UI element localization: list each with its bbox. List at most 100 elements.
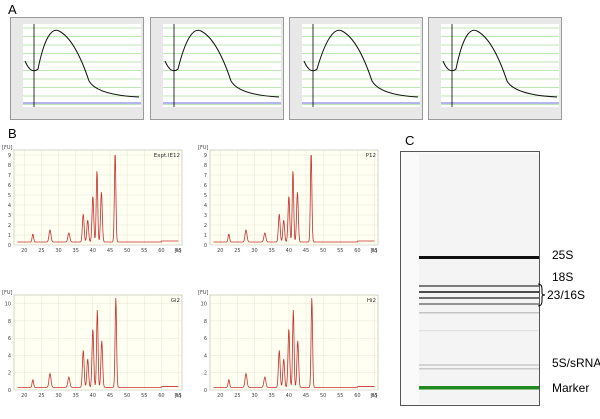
- y-tick-label: 3: [204, 213, 207, 219]
- x-tick-label: 40: [286, 248, 292, 254]
- gel-band: [452, 303, 485, 305]
- gel-band: [419, 297, 452, 299]
- y-tick-label: 6: [8, 183, 11, 189]
- x-axis-unit: [s]: [174, 393, 181, 399]
- x-tick-label: 20: [21, 248, 27, 254]
- y-tick-label: 4: [8, 203, 11, 209]
- spectrum-plot-4: [428, 17, 562, 120]
- x-tick-label: 60: [158, 393, 164, 399]
- electropherogram-2: 0 1 2 3 4 5 6 7 8 9 20 25 30 35 40 45 50 55 60 65 [FU] [s] P12: [196, 142, 384, 262]
- y-tick-label: 1: [204, 233, 207, 239]
- gel-image-svg: [419, 154, 539, 404]
- x-tick-label: 45: [303, 393, 309, 399]
- gel-band: [518, 192, 539, 193]
- x-tick-label: 35: [269, 393, 275, 399]
- x-tick-label: 20: [217, 393, 223, 399]
- spectrum-plot-2-svg: [163, 24, 281, 107]
- electropherogram-3: 0 2 4 6 8 10 20 25 30 35 40 45 50 55 60 65 [FU] [s] Gi2: [0, 287, 188, 407]
- gel-band: [452, 291, 485, 293]
- x-tick-label: 55: [337, 248, 343, 254]
- x-tick-label: 55: [337, 393, 343, 399]
- gel-band: [485, 166, 518, 167]
- x-tick-label: 20: [217, 248, 223, 254]
- electropherogram-2-svg: 012345678920 25 30 35 40 45 50 55 60 65[FU][s]P12: [198, 145, 379, 254]
- gel-band: [485, 285, 518, 287]
- y-tick-label: 5: [8, 193, 11, 199]
- sample-name: Hi2: [367, 298, 376, 304]
- gel-lane-bg: [452, 154, 485, 404]
- y-axis-unit: [FU]: [198, 145, 208, 151]
- gel-lane-bg: [419, 154, 452, 404]
- gel-lane-1: [419, 154, 452, 404]
- y-tick-label: 2: [204, 223, 207, 229]
- y-tick-label: 6: [204, 183, 207, 189]
- y-tick-label: 3: [8, 213, 11, 219]
- x-tick-label: 25: [38, 248, 44, 254]
- x-tick-label: 35: [73, 248, 79, 254]
- band-label-25s: 25S: [552, 248, 574, 262]
- gel-band: [419, 368, 452, 370]
- y-tick-label: 5: [204, 193, 207, 199]
- gel-band: [518, 222, 539, 223]
- x-tick-label: 35: [73, 393, 79, 399]
- gel-lane-2: [452, 154, 485, 404]
- gel-lane-bg: [518, 154, 539, 404]
- x-tick-label: 20: [21, 393, 27, 399]
- gel-band: [452, 312, 485, 314]
- y-axis-unit: [FU]: [198, 290, 208, 296]
- spectrum-plot-3-svg: [302, 24, 420, 107]
- sample-name: Gi2: [171, 298, 180, 304]
- y-tick-label: 6: [8, 336, 11, 342]
- y-tick-label: 2: [8, 223, 11, 229]
- gel-image: [400, 151, 540, 406]
- y-tick-label: 2: [8, 371, 11, 377]
- y-tick-label: 2: [204, 371, 207, 377]
- y-tick-label: 10: [201, 302, 207, 308]
- electropherogram-4-svg: 024681020 25 30 35 40 45 50 55 60 65[FU][s]Hi2: [198, 290, 379, 399]
- y-tick-label: 8: [8, 163, 11, 169]
- sample-name: P12: [366, 153, 376, 159]
- gel-band: [419, 330, 452, 332]
- gel-band: [452, 330, 485, 332]
- x-tick-label: 60: [354, 393, 360, 399]
- gel-band: [419, 303, 452, 305]
- x-tick-label: 45: [107, 393, 113, 399]
- gel-band: [485, 312, 518, 314]
- y-tick-label: 7: [204, 173, 207, 179]
- x-tick-label: 30: [251, 248, 257, 254]
- gel-band: [452, 368, 485, 370]
- x-tick-label: 60: [354, 248, 360, 254]
- gel-band: [485, 256, 518, 259]
- x-tick-label: 50: [124, 248, 130, 254]
- band-label-5s: 5S/sRNA: [552, 356, 600, 370]
- y-tick-label: 4: [204, 203, 207, 209]
- gel-band: [419, 285, 452, 287]
- gel-marker-band: [452, 386, 485, 390]
- gel-band: [485, 330, 518, 332]
- spectrum-plot-1-svg: [23, 24, 141, 107]
- gel-lane-4: [518, 154, 539, 404]
- gel-band: [419, 222, 452, 223]
- x-tick-label: 50: [320, 393, 326, 399]
- gel-band: [485, 192, 518, 193]
- y-tick-label: 8: [8, 319, 11, 325]
- y-tick-label: 8: [204, 319, 207, 325]
- x-tick-label: 55: [141, 393, 147, 399]
- y-tick-label: 10: [5, 302, 11, 308]
- gel-band: [485, 291, 518, 293]
- gel-band: [452, 166, 485, 167]
- y-tick-label: 4: [8, 353, 11, 359]
- gel-band: [452, 364, 485, 366]
- gel-marker-band: [419, 386, 452, 390]
- y-tick-label: 8: [204, 163, 207, 169]
- panel-label-b: B: [8, 126, 17, 141]
- x-tick-label: 40: [90, 393, 96, 399]
- x-tick-label: 50: [124, 393, 130, 399]
- gel-band: [452, 222, 485, 223]
- y-axis-unit: [FU]: [2, 145, 12, 151]
- gel-band: [485, 368, 518, 370]
- band-label-marker: Marker: [552, 381, 590, 395]
- electropherogram-1: 0 1 2 3 4 5 6 7 8 9 20 25 30 35 40 45 50 55 60 65 [FU] [s] Exp…: [0, 142, 188, 262]
- y-tick-label: 0: [8, 388, 11, 394]
- y-tick-label: 0: [204, 243, 207, 249]
